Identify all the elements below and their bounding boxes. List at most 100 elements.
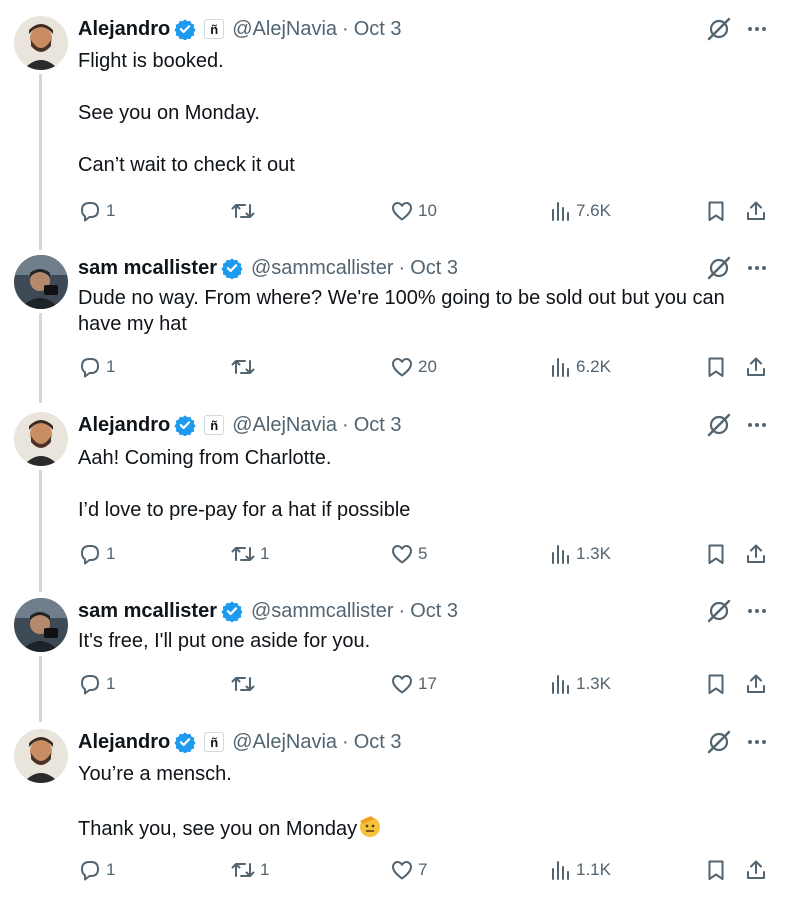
grok-icon[interactable] — [706, 412, 732, 438]
thread-line — [39, 74, 42, 250]
grok-icon[interactable] — [706, 16, 732, 42]
reply-button[interactable]: 1 — [78, 857, 115, 883]
sam-avatar[interactable] — [14, 598, 68, 652]
bookmark-button[interactable] — [704, 857, 728, 883]
separator-dot: · — [342, 17, 349, 40]
bookmark-icon — [704, 858, 728, 882]
tweet-text: It's free, I'll put one aside for you. — [78, 630, 371, 652]
retweet-button[interactable] — [230, 354, 260, 380]
retweet-icon — [230, 672, 256, 696]
share-icon — [744, 542, 768, 566]
affiliate-badge[interactable]: ñ — [204, 415, 225, 435]
share-button[interactable] — [744, 857, 768, 883]
more-icon[interactable] — [746, 414, 768, 436]
retweet-button[interactable] — [230, 671, 260, 697]
reply-button[interactable]: 1 — [78, 354, 115, 380]
share-button[interactable] — [744, 541, 768, 567]
like-button[interactable]: 7 — [390, 857, 427, 883]
grok-icon[interactable] — [706, 598, 732, 624]
affiliate-badge[interactable]: ñ — [204, 19, 225, 39]
heart-icon — [390, 858, 414, 882]
author-handle[interactable]: @sammcallister — [251, 257, 394, 280]
reply-button[interactable]: 1 — [78, 671, 115, 697]
views-icon — [548, 858, 572, 882]
tweet-date[interactable]: Oct 3 — [354, 18, 402, 41]
alejandro-avatar[interactable] — [14, 16, 68, 70]
sam-avatar[interactable] — [14, 255, 68, 309]
tweet-header: Alejandro ñ @AlejNavia · Oct 3 — [78, 727, 402, 757]
more-icon[interactable] — [746, 257, 768, 279]
more-icon[interactable] — [746, 600, 768, 622]
views-icon — [548, 355, 572, 379]
tweet-date[interactable]: Oct 3 — [354, 414, 402, 437]
tweet-text: Dude no way. From where? We're 100% goin… — [78, 287, 725, 335]
verified-badge-icon — [221, 600, 243, 622]
bookmark-button[interactable] — [704, 354, 728, 380]
bookmark-button[interactable] — [704, 671, 728, 697]
verified-badge-icon — [174, 731, 196, 753]
tweet-text-content: You’re a mensch. Thank you, see you on M… — [78, 763, 358, 840]
alejandro-avatar[interactable] — [14, 412, 68, 466]
tweet-date[interactable]: Oct 3 — [410, 257, 458, 280]
reply-count: 1 — [106, 201, 116, 220]
like-button[interactable]: 10 — [390, 198, 437, 224]
tweet-date[interactable]: Oct 3 — [354, 731, 402, 754]
retweet-count: 1 — [260, 544, 270, 563]
author-handle[interactable]: @AlejNavia — [232, 18, 337, 41]
more-icon[interactable] — [746, 18, 768, 40]
reply-count: 1 — [106, 544, 116, 563]
like-count: 7 — [418, 860, 428, 879]
separator-dot: · — [398, 256, 406, 279]
heart-icon — [390, 542, 414, 566]
grok-icon[interactable] — [706, 255, 732, 281]
retweet-button[interactable]: 1 — [230, 857, 269, 883]
author-name[interactable]: Alejandro — [78, 414, 170, 437]
views-icon — [548, 542, 572, 566]
reply-icon — [78, 199, 102, 223]
views-count: 1.3K — [576, 544, 611, 563]
like-button[interactable]: 20 — [390, 354, 437, 380]
author-name[interactable]: sam mcallister — [78, 600, 217, 623]
affiliate-badge[interactable]: ñ — [204, 732, 225, 752]
tweet-menu — [706, 727, 768, 757]
author-name[interactable]: Alejandro — [78, 731, 170, 754]
author-handle[interactable]: @AlejNavia — [232, 414, 337, 437]
reply-button[interactable]: 1 — [78, 198, 115, 224]
author-handle[interactable]: @sammcallister — [251, 600, 394, 623]
views-button[interactable]: 1.3K — [548, 541, 611, 567]
thread-line — [39, 313, 42, 403]
alejandro-avatar[interactable] — [14, 729, 68, 783]
share-button[interactable] — [744, 354, 768, 380]
tweet-date[interactable]: Oct 3 — [410, 600, 458, 623]
views-button[interactable]: 6.2K — [548, 354, 611, 380]
share-button[interactable] — [744, 671, 768, 697]
like-button[interactable]: 17 — [390, 671, 437, 697]
author-name[interactable]: Alejandro — [78, 18, 170, 41]
author-handle[interactable]: @AlejNavia — [232, 731, 337, 754]
reply-button[interactable]: 1 — [78, 541, 115, 567]
views-count: 1.1K — [576, 860, 611, 879]
separator-dot: · — [398, 599, 406, 622]
views-icon — [548, 672, 572, 696]
share-icon — [744, 199, 768, 223]
author-name[interactable]: sam mcallister — [78, 257, 217, 280]
views-button[interactable]: 1.3K — [548, 671, 611, 697]
heart-icon — [390, 199, 414, 223]
share-button[interactable] — [744, 198, 768, 224]
like-button[interactable]: 5 — [390, 541, 427, 567]
tweet-menu — [706, 596, 768, 626]
share-icon — [744, 672, 768, 696]
grok-icon[interactable] — [706, 729, 732, 755]
heart-icon — [390, 355, 414, 379]
bookmark-button[interactable] — [704, 198, 728, 224]
share-icon — [744, 858, 768, 882]
more-icon[interactable] — [746, 731, 768, 753]
bookmark-button[interactable] — [704, 541, 728, 567]
retweet-count: 1 — [260, 860, 270, 879]
retweet-button[interactable]: 1 — [230, 541, 269, 567]
views-button[interactable]: 1.1K — [548, 857, 611, 883]
saluting-face-emoji — [357, 813, 383, 846]
tweet-actions: 1 10 7.6K — [78, 198, 770, 224]
views-button[interactable]: 7.6K — [548, 198, 611, 224]
retweet-button[interactable] — [230, 198, 260, 224]
